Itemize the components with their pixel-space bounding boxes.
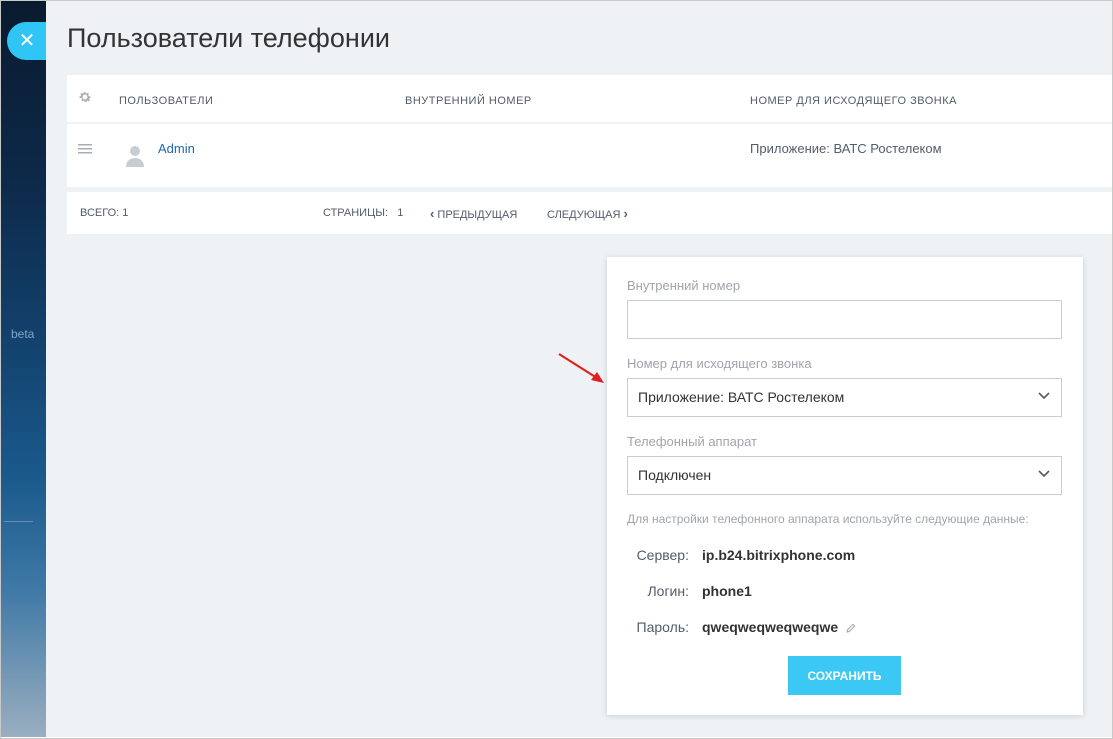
- outgoing-number-select[interactable]: Приложение: ВАТС Ростелеком: [627, 378, 1062, 417]
- pages-label: СТРАНИЦЫ:: [323, 207, 389, 219]
- table-row[interactable]: Admin Приложение: ВАТС Ростелеком: [67, 124, 1112, 187]
- prev-page-label: ПРЕДЫДУЩАЯ: [437, 209, 518, 221]
- user-settings-popup: Внутренний номер Номер для исходящего зв…: [607, 257, 1083, 715]
- beta-label: beta: [11, 327, 35, 341]
- outgoing-number-cell: Приложение: ВАТС Ростелеком: [750, 141, 942, 156]
- device-value: Подключен: [638, 467, 712, 483]
- close-button[interactable]: ✕: [7, 22, 47, 60]
- column-header-extension[interactable]: ВНУТРЕННИЙ НОМЕР: [405, 95, 532, 107]
- login-value: phone1: [702, 583, 752, 599]
- next-page-button[interactable]: СЛЕДУЮЩАЯ ›: [547, 206, 628, 221]
- menu-icon[interactable]: [78, 144, 92, 154]
- server-label: Сервер:: [636, 547, 689, 563]
- pages-indicator: СТРАНИЦЫ: 1: [323, 207, 403, 219]
- device-label: Телефонный аппарат: [627, 434, 757, 449]
- column-header-outgoing[interactable]: НОМЕР ДЛЯ ИСХОДЯЩЕГО ЗВОНКА: [750, 95, 957, 107]
- pencil-icon[interactable]: [846, 623, 856, 633]
- gear-icon[interactable]: [78, 90, 92, 104]
- users-grid: ПОЛЬЗОВАТЕЛИ ВНУТРЕННИЙ НОМЕР НОМЕР ДЛЯ …: [67, 75, 1112, 234]
- password-field: qweqweqweqweqwe: [702, 619, 856, 635]
- chevron-down-icon: [1038, 392, 1050, 400]
- column-header-users[interactable]: ПОЛЬЗОВАТЕЛИ: [119, 95, 213, 107]
- outgoing-number-label: Номер для исходящего звонка: [627, 356, 812, 371]
- avatar: [126, 146, 144, 167]
- extension-input[interactable]: [627, 300, 1062, 339]
- login-label: Логин:: [647, 583, 689, 599]
- prev-page-button[interactable]: ‹ ПРЕДЫДУЩАЯ: [430, 206, 517, 221]
- page-title: Пользователи телефонии: [67, 23, 390, 53]
- main-content: Пользователи телефонии ПОЛЬЗОВАТЕЛИ ВНУТ…: [46, 1, 1112, 737]
- close-icon: ✕: [18, 30, 36, 52]
- grid-header: ПОЛЬЗОВАТЕЛИ ВНУТРЕННИЙ НОМЕР НОМЕР ДЛЯ …: [67, 75, 1112, 124]
- page-number[interactable]: 1: [397, 207, 403, 219]
- next-page-label: СЛЕДУЮЩАЯ: [547, 209, 621, 221]
- grid-footer: ВСЕГО: 1 СТРАНИЦЫ: 1 ‹ ПРЕДЫДУЩАЯ СЛЕДУЮ…: [67, 192, 1112, 234]
- server-value: ip.b24.bitrixphone.com: [702, 547, 856, 563]
- user-link-admin[interactable]: Admin: [158, 141, 195, 156]
- outgoing-number-value: Приложение: ВАТС Ростелеком: [638, 389, 845, 405]
- sidebar-divider: [4, 521, 33, 522]
- chevron-down-icon: [1038, 470, 1050, 478]
- device-setup-hint: Для настройки телефонного аппарата испол…: [627, 512, 1029, 526]
- extension-label: Внутренний номер: [627, 278, 741, 293]
- password-value: qweqweqweqweqwe: [702, 619, 839, 635]
- save-button[interactable]: СОХРАНИТЬ: [788, 656, 901, 695]
- chevron-right-icon: ›: [623, 206, 628, 221]
- total-count: ВСЕГО: 1: [80, 207, 129, 219]
- device-select[interactable]: Подключен: [627, 456, 1062, 495]
- password-label: Пароль:: [636, 619, 689, 635]
- chevron-left-icon: ‹: [430, 206, 435, 221]
- left-sidebar-strip: beta: [1, 1, 46, 737]
- annotation-arrow-icon: [558, 353, 604, 383]
